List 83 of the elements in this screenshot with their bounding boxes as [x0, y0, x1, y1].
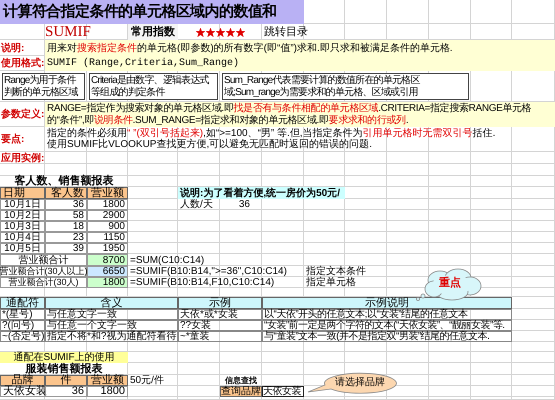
table-cell: 36: [45, 386, 87, 397]
table-cell: 与任意一个文字一致: [45, 320, 178, 331]
table-cell: 1800: [87, 199, 128, 210]
total-label: 营业额合计: [0, 254, 87, 266]
total-value: 1800: [87, 277, 128, 288]
cloud-callout: 重点: [414, 268, 484, 302]
table-cell: 1800: [87, 386, 128, 397]
table-cell: 10月2日: [0, 210, 45, 221]
table-cell: 天依*或*女装: [178, 309, 262, 320]
total-label: 营业额合计(30人以上): [0, 266, 87, 277]
formula-text: =SUMIF(B10:B14,F10,C10:C14): [129, 277, 276, 288]
column-header: 客人数: [45, 187, 87, 199]
column-header: 营业额: [87, 375, 128, 386]
parameters-label: 参数定义:: [0, 107, 45, 122]
speech-bubble: 请选择品牌: [307, 372, 399, 394]
example-label: 应用实例:: [0, 152, 46, 164]
syntax-formula: SUMIF (Range,Criteria,Sum_Range): [45, 56, 555, 71]
table-cell: ~(否定号): [0, 331, 45, 342]
table-cell: 10月5日: [0, 243, 45, 254]
table-cell: 10月1日: [0, 199, 45, 210]
table-cell: 10月4日: [0, 232, 45, 243]
argument-note: Sum_Range代表需要计算的数值所在的单元格区域;Sum_range为需要求和的单元格、区域或引用: [222, 73, 469, 100]
column-header: 示例说明: [262, 297, 512, 309]
table-cell: ??女装: [178, 320, 262, 331]
star-icon: [226, 28, 235, 36]
column-header: 日期: [0, 187, 45, 199]
total-value: 6650: [87, 266, 128, 277]
section-heading: 通配在SUMIF上的使用: [0, 352, 128, 363]
table-cell: 与任意文字一致: [45, 309, 178, 320]
guests-label: 人数/天: [179, 199, 214, 210]
function-name: SUMIF: [45, 24, 92, 40]
table-cell: “女装”前一定是两个字符的文本(“天依女装”、“靓丽女装”等.: [262, 320, 512, 331]
table-cell: 1150: [87, 232, 128, 243]
formula-text: =SUM(C10:C14): [129, 254, 206, 266]
rating-label: 常用指数: [128, 24, 178, 40]
table-cell: 2900: [87, 210, 128, 221]
table-cell: 10月3日: [0, 221, 45, 232]
argument-note: Criteria是由数字、逻辑表达式等组成的判定条件: [89, 73, 218, 100]
column-header: 件: [45, 375, 87, 386]
total-value: 8700: [87, 254, 128, 266]
table-title: 服装销售额报表: [25, 363, 102, 374]
table-cell: 18: [45, 221, 87, 232]
table-cell: *(星号): [0, 309, 45, 320]
price-note: 说明:为了看着方便,统一房价为50元/: [178, 187, 345, 199]
table-title: 客人数、销售额报表: [14, 176, 114, 187]
argument-note: Range为用于条件判断的单元格区域: [2, 73, 85, 100]
total-label: 营业额合计(30人): [0, 277, 87, 288]
directory-link[interactable]: 跳转目录: [262, 24, 345, 40]
sheet-title: 计算符合指定条件的单元格区域内的数值和: [0, 0, 304, 24]
table-cell: 39: [45, 243, 87, 254]
table-cell: 36: [45, 199, 87, 210]
column-header: 示例: [178, 297, 262, 309]
formula-text: =SUMIF(B10:B14,">=36",C10:C14): [129, 266, 288, 277]
star-icon: [196, 28, 205, 36]
lookup-title: 信息查找: [224, 375, 258, 386]
table-cell: ~*童装: [178, 331, 262, 342]
table-cell: 与“童装”文本一致(并不是指定双“男装”结尾的任意文本.: [262, 331, 512, 342]
key-points-text: 指定的条件必须用“ ”(双引号括起来),如“>=100、“男” 等.但,当指定条件为引用单元格时无需双引号括住. 使用SUMIF比VLOOKUP查找更方便,可以避免无匹配时返回的错误的问题.: [46, 127, 496, 152]
column-header: 营业额: [87, 187, 128, 199]
guests-value: 36: [238, 199, 251, 210]
syntax-label: 使用格式:: [0, 56, 45, 71]
table-cell: 900: [87, 221, 128, 232]
table-cell: 23: [45, 232, 87, 243]
table-cell: 58: [45, 210, 87, 221]
star-icon: [236, 28, 245, 36]
unit-price: 50元/件: [129, 375, 165, 386]
column-header: 含义: [45, 297, 178, 309]
table-cell: 以“天依”开头的任意文本;以“女装”结尾的任意文本: [262, 309, 512, 320]
star-icon: [206, 28, 215, 36]
brand-select[interactable]: 天依女装: [262, 386, 304, 397]
table-cell: ?(问号): [0, 320, 45, 331]
star-icon: [216, 28, 225, 36]
key-points-label: 要点:: [0, 132, 26, 147]
table-cell: 指定不将*和?视为通配符看待: [45, 331, 178, 342]
lookup-label: 查询品牌: [220, 386, 262, 397]
description-text: 用来对搜索指定条件的单元格(即参数)的所有数字(即“值”)求和.即只求和被满足条件的单元格.: [45, 40, 555, 56]
column-header: 品牌: [0, 375, 45, 386]
formula-note: 指定文本条件: [305, 266, 367, 277]
description-label: 说明:: [0, 42, 26, 56]
formula-note: 指定单元格: [305, 277, 357, 288]
column-header: 通配符: [0, 297, 45, 309]
parameters-text: RANGE=指定作为搜索对象的单元格区域.即找是否有与条件相配的单元格区域.CRITERIA=指定搜索RANGE单元格的“条件”,即说明条件.SUM_RANGE=指定求和对象的单元格区域.即要求求和的行或列.: [45, 102, 555, 127]
table-cell: 1950: [87, 243, 128, 254]
